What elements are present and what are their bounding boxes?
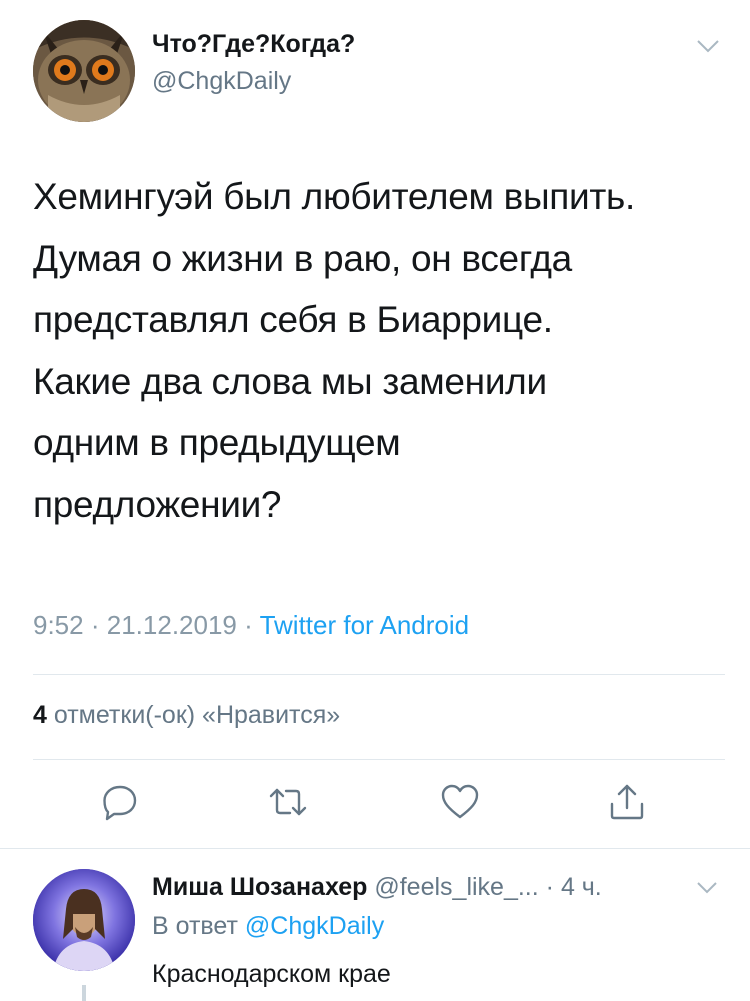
meta-separator: · [244, 610, 253, 640]
reply-icon[interactable] [100, 782, 140, 822]
main-tweet: Что?Где?Когда? @ChgkDaily Хемингуэй был … [0, 0, 750, 848]
tweet-text-line: Хемингуэй был любителем выпить. [33, 176, 635, 217]
tweet-text-line: представлял себя в Биаррице. [33, 299, 553, 340]
reply-to-prefix: В ответ [152, 912, 238, 940]
reply-text: Краснодарском крае [152, 960, 391, 988]
reply-author-handle[interactable]: @feels_like_... [374, 873, 538, 901]
tweet-text-line: одним в предыдущем [33, 422, 401, 463]
reply-header: Миша Шозанахер @feels_like_... · 4 ч. [152, 873, 602, 902]
tweet-date: 21.12.2019 [106, 610, 237, 640]
tweet-source-link[interactable]: Twitter for Android [260, 610, 470, 640]
chevron-down-icon[interactable] [696, 880, 718, 894]
likes-label: отметки(-ок) «Нравится» [53, 701, 341, 729]
tweet-text-line: Какие два слова мы заменили [33, 360, 547, 402]
reply-author-name[interactable]: Миша Шозанахер [152, 873, 367, 901]
meta-separator: · [90, 610, 100, 640]
likes-count[interactable]: 4 отметки(-ок) «Нравится» [33, 701, 340, 730]
chevron-down-icon[interactable] [696, 38, 720, 54]
reply-author-avatar[interactable] [33, 869, 135, 971]
divider [33, 759, 725, 760]
like-icon[interactable] [440, 782, 480, 822]
retweet-icon[interactable] [268, 782, 308, 822]
reply-time: 4 ч. [560, 873, 602, 901]
author-name[interactable]: Что?Где?Когда? [152, 30, 355, 59]
tweet-text-line: Думая о жизни в раю, он всегда [33, 237, 572, 279]
tweet-text: Хемингуэй был любителем выпить. Думая о … [33, 166, 723, 535]
likes-number: 4 [33, 701, 47, 729]
divider [33, 674, 725, 675]
reply-to: В ответ @ChgkDaily [152, 912, 384, 941]
thread-line [82, 985, 86, 1001]
tweet-text-line: предложении? [33, 483, 282, 525]
reply-to-mention[interactable]: @ChgkDaily [245, 912, 384, 940]
meta-separator: · [545, 873, 554, 901]
tweet-meta: 9:52 · 21.12.2019 · Twitter for Android [33, 610, 469, 641]
share-icon[interactable] [607, 782, 647, 822]
tweet-time: 9:52 [33, 610, 84, 640]
author-handle[interactable]: @ChgkDaily [152, 67, 291, 96]
author-avatar[interactable] [33, 20, 135, 122]
divider [0, 848, 750, 849]
